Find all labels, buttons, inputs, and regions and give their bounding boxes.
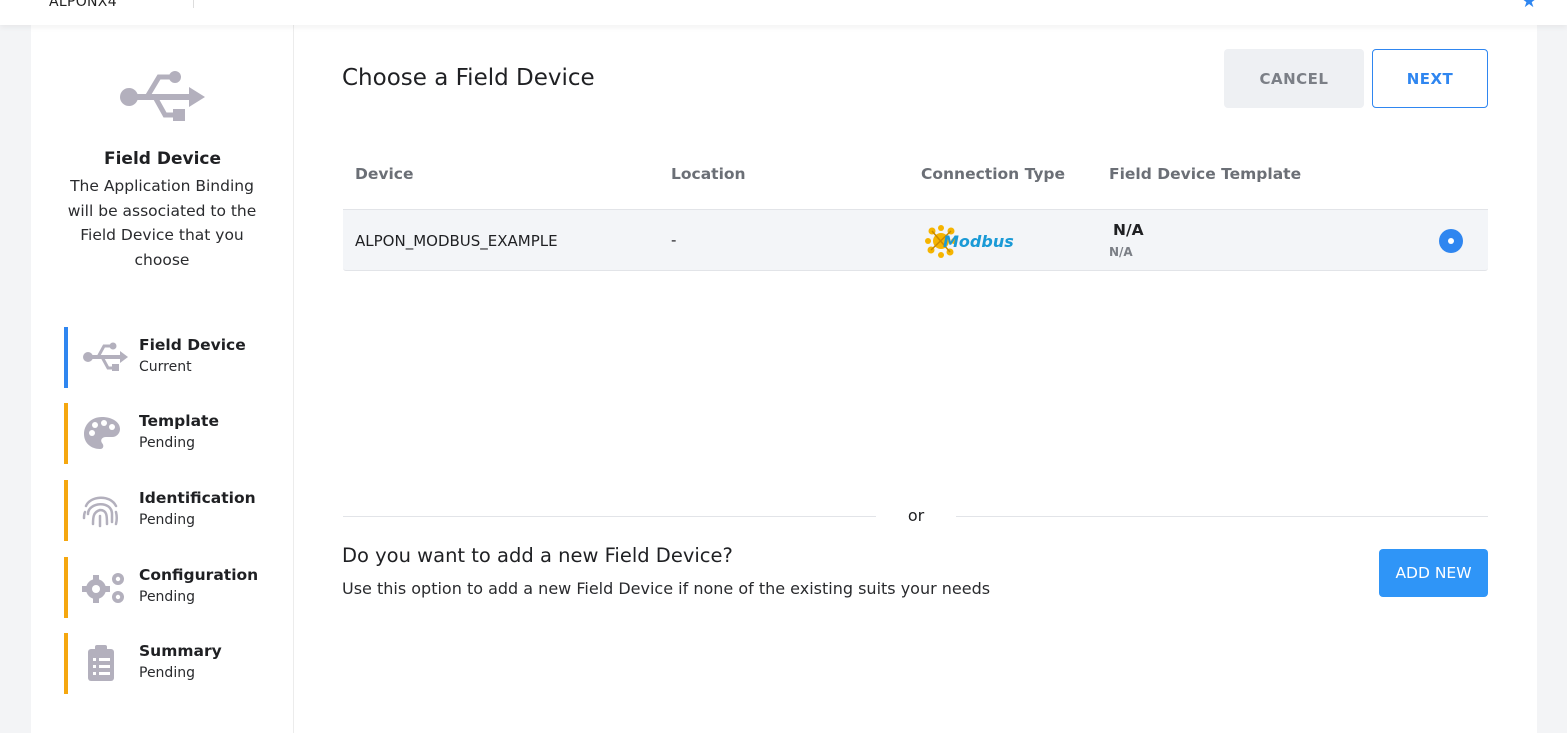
table-row[interactable]: ALPON_MODBUS_EXAMPLE - Modbus N/A N/A bbox=[343, 210, 1488, 271]
step-summary[interactable]: Summary Pending bbox=[64, 633, 284, 694]
step-configuration[interactable]: Configuration Pending bbox=[64, 557, 284, 618]
select-radio[interactable] bbox=[1439, 229, 1463, 253]
usb-icon bbox=[120, 71, 205, 121]
sidebar-description: The Application Binding will be associat… bbox=[67, 177, 257, 269]
add-new-description: Use this option to add a new Field Devic… bbox=[342, 579, 991, 598]
step-label: Identification bbox=[139, 489, 256, 507]
column-header-device: Device bbox=[355, 165, 414, 183]
location-cell: - bbox=[671, 231, 677, 249]
step-indicator-bar bbox=[64, 403, 68, 464]
step-label: Configuration bbox=[139, 566, 259, 584]
step-indicator-bar bbox=[64, 327, 68, 388]
step-template[interactable]: Template Pending bbox=[64, 403, 284, 464]
step-status: Pending bbox=[139, 435, 195, 451]
wizard-panel: Field Device The Application Binding wil… bbox=[31, 25, 1537, 733]
gears-icon bbox=[82, 573, 124, 603]
step-indicator-bar bbox=[64, 480, 68, 541]
step-status: Pending bbox=[139, 512, 195, 528]
step-label: Template bbox=[139, 412, 219, 430]
step-field-device[interactable]: Field Device Current bbox=[64, 327, 284, 388]
step-identification[interactable]: Identification Pending bbox=[64, 480, 284, 541]
add-new-button[interactable]: ADD NEW bbox=[1379, 549, 1488, 597]
step-indicator-bar bbox=[64, 557, 68, 618]
device-name: ALPONX4 bbox=[49, 0, 117, 10]
fingerprint-icon bbox=[82, 496, 118, 528]
sidebar-title: Field Device bbox=[103, 149, 222, 169]
svg-text:Modbus: Modbus bbox=[943, 232, 1014, 251]
column-header-location: Location bbox=[671, 165, 746, 183]
clipboard-icon bbox=[88, 645, 114, 681]
page-title: Choose a Field Device bbox=[342, 65, 595, 91]
step-status: Pending bbox=[139, 589, 195, 605]
palette-icon bbox=[84, 417, 120, 449]
next-button[interactable]: NEXT bbox=[1372, 49, 1488, 108]
modbus-logo: Modbus bbox=[925, 225, 1014, 258]
usb-icon bbox=[83, 342, 128, 371]
divider-left bbox=[343, 516, 876, 517]
star-icon[interactable]: ★ bbox=[1521, 0, 1537, 12]
device-cell: ALPON_MODBUS_EXAMPLE bbox=[355, 232, 558, 250]
template-subtext: N/A bbox=[1109, 245, 1133, 259]
add-new-title: Do you want to add a new Field Device? bbox=[342, 544, 733, 567]
column-header-connection-type: Connection Type bbox=[921, 165, 1066, 183]
template-cell: N/A bbox=[1113, 221, 1144, 239]
wizard-sidebar: Field Device The Application Binding wil… bbox=[31, 25, 294, 733]
topbar-divider bbox=[193, 0, 194, 8]
cancel-button[interactable]: CANCEL bbox=[1224, 49, 1364, 108]
step-indicator-bar bbox=[64, 633, 68, 694]
step-status: Current bbox=[139, 359, 192, 375]
step-label: Field Device bbox=[139, 336, 246, 354]
step-status: Pending bbox=[139, 665, 195, 681]
step-label: Summary bbox=[139, 642, 222, 660]
divider-right bbox=[956, 516, 1488, 517]
column-header-field-device-template: Field Device Template bbox=[1109, 165, 1302, 183]
top-bar: ALPONX4 ★ bbox=[0, 0, 1567, 25]
or-separator: or bbox=[907, 506, 925, 525]
